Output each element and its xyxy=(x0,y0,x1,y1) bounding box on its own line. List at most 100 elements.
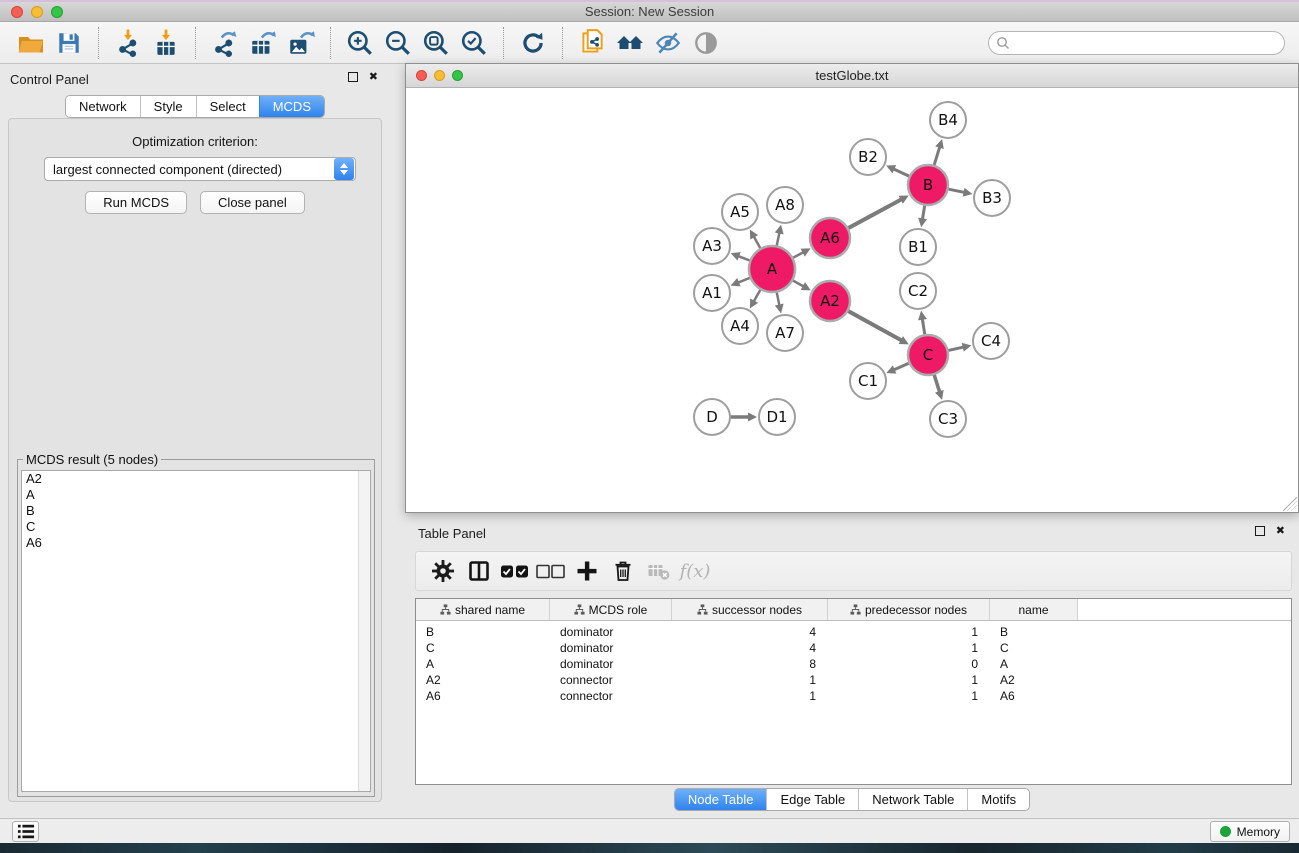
mcds-result-list[interactable]: A2ABCA6 xyxy=(21,470,371,792)
task-history-button[interactable] xyxy=(12,821,39,842)
table-settings-button[interactable] xyxy=(426,556,460,586)
result-item[interactable]: A xyxy=(22,487,370,503)
delete-table-button[interactable] xyxy=(642,556,676,586)
table-row[interactable]: A2connector11A2 xyxy=(416,672,1291,688)
show-visibility-button[interactable] xyxy=(690,27,722,59)
import-network-button[interactable] xyxy=(112,27,144,59)
search-field[interactable] xyxy=(988,31,1285,55)
result-item[interactable]: A6 xyxy=(22,535,370,551)
close-panel-button-mcds[interactable]: Close panel xyxy=(200,191,305,214)
network-graph[interactable]: B4 B2 B B3 A8A5 A6 B1 A3 A C2 A1 A2 A4A7 C4 C C1 C3 D D1 xyxy=(406,88,1298,512)
graph-node-A3[interactable]: A3 xyxy=(694,228,730,264)
edge-B-B4[interactable] xyxy=(933,147,939,168)
graph-node-A2[interactable]: A2 xyxy=(810,281,850,321)
graph-node-A4[interactable]: A4 xyxy=(722,308,758,344)
graph-node-D[interactable]: D xyxy=(694,399,730,435)
graph-node-B3[interactable]: B3 xyxy=(974,180,1010,216)
node-table[interactable]: shared nameMCDS rolesuccessor nodesprede… xyxy=(415,598,1292,785)
clone-network-button[interactable] xyxy=(576,27,608,59)
float-table-panel-button[interactable] xyxy=(1255,526,1265,536)
edge-A2-C[interactable] xyxy=(846,310,902,341)
network-window-titlebar[interactable]: testGlobe.txt xyxy=(406,64,1298,88)
table-cell: 1 xyxy=(828,689,990,703)
edge-A6-B[interactable] xyxy=(846,199,902,229)
graph-node-A8[interactable]: A8 xyxy=(767,187,803,223)
hide-visibility-button[interactable] xyxy=(652,27,684,59)
tab-style[interactable]: Style xyxy=(140,96,196,117)
graph-node-C1[interactable]: C1 xyxy=(850,363,886,399)
graph-node-A[interactable]: A xyxy=(749,246,795,292)
control-panel: Control Panel ✖ NetworkStyleSelectMCDS O… xyxy=(0,64,390,818)
plus-icon xyxy=(575,559,599,583)
column-header-shared-name[interactable]: shared name xyxy=(416,599,550,620)
table-cell: C xyxy=(990,641,1078,655)
tab-motifs[interactable]: Motifs xyxy=(967,789,1029,810)
home-button[interactable] xyxy=(614,27,646,59)
graph-node-D1[interactable]: D1 xyxy=(759,399,795,435)
zoom-in-button[interactable] xyxy=(344,27,376,59)
graph-node-A6[interactable]: A6 xyxy=(810,218,850,258)
deselect-all-button[interactable] xyxy=(534,556,568,586)
graph-node-B2[interactable]: B2 xyxy=(850,139,886,175)
graph-node-C[interactable]: C xyxy=(908,335,948,375)
select-all-button[interactable] xyxy=(498,556,532,586)
tab-network-table[interactable]: Network Table xyxy=(858,789,967,810)
graph-node-A7[interactable]: A7 xyxy=(767,315,803,351)
export-table-button[interactable] xyxy=(247,27,279,59)
table-cell: A2 xyxy=(416,673,550,687)
control-panel-title: Control Panel xyxy=(10,72,89,87)
tab-edge-table[interactable]: Edge Table xyxy=(766,789,858,810)
node-label: B2 xyxy=(858,148,878,166)
graph-node-B[interactable]: B xyxy=(908,165,948,205)
table-cell: 1 xyxy=(828,641,990,655)
export-network-button[interactable] xyxy=(209,27,241,59)
tab-node-table[interactable]: Node Table xyxy=(675,789,767,810)
column-header-successor-nodes[interactable]: successor nodes xyxy=(672,599,828,620)
graph-node-A5[interactable]: A5 xyxy=(722,194,758,230)
close-panel-button[interactable]: ✖ xyxy=(369,72,378,83)
import-table-button[interactable] xyxy=(150,27,182,59)
graph-node-B4[interactable]: B4 xyxy=(930,102,966,138)
export-image-button[interactable] xyxy=(285,27,317,59)
save-session-button[interactable] xyxy=(53,27,85,59)
table-row[interactable]: A6connector11A6 xyxy=(416,688,1291,704)
close-table-panel-button[interactable]: ✖ xyxy=(1276,526,1285,537)
memory-button[interactable]: Memory xyxy=(1210,821,1290,842)
mcds-panel: Optimization criterion: largest connecte… xyxy=(8,118,382,802)
zoom-fit-button[interactable] xyxy=(420,27,452,59)
tab-network[interactable]: Network xyxy=(66,96,140,117)
export-table-icon xyxy=(249,29,277,57)
table-row[interactable]: Bdominator41B xyxy=(416,624,1291,640)
open-file-button[interactable] xyxy=(15,27,47,59)
zoom-out-button[interactable] xyxy=(382,27,414,59)
graph-node-A1[interactable]: A1 xyxy=(694,275,730,311)
function-builder-button[interactable]: f(x) xyxy=(678,556,712,586)
table-row[interactable]: Cdominator41C xyxy=(416,640,1291,656)
graph-node-C3[interactable]: C3 xyxy=(930,401,966,437)
column-header-name[interactable]: name xyxy=(990,599,1078,620)
resize-grip[interactable] xyxy=(1283,497,1297,511)
float-panel-button[interactable] xyxy=(348,72,358,82)
optimization-criterion-dropdown[interactable]: largest connected component (directed) xyxy=(44,157,356,181)
search-input[interactable] xyxy=(1014,36,1284,50)
delete-column-button[interactable] xyxy=(606,556,640,586)
graph-node-C4[interactable]: C4 xyxy=(973,323,1009,359)
tab-select[interactable]: Select xyxy=(196,96,259,117)
table-row[interactable]: Adominator80A xyxy=(416,656,1291,672)
result-item[interactable]: A2 xyxy=(22,471,370,487)
column-header-predecessor-nodes[interactable]: predecessor nodes xyxy=(828,599,990,620)
node-label: A6 xyxy=(820,229,840,247)
show-columns-button[interactable] xyxy=(462,556,496,586)
graph-node-C2[interactable]: C2 xyxy=(900,273,936,309)
column-header-MCDS-role[interactable]: MCDS role xyxy=(550,599,672,620)
tab-mcds[interactable]: MCDS xyxy=(259,96,324,117)
result-item[interactable]: C xyxy=(22,519,370,535)
add-column-button[interactable] xyxy=(570,556,604,586)
network-canvas[interactable]: B4 B2 B B3 A8A5 A6 B1 A3 A C2 A1 A2 A4A7 C4 C C1 C3 D D1 xyxy=(406,88,1298,512)
result-item[interactable]: B xyxy=(22,503,370,519)
zoom-selected-button[interactable] xyxy=(458,27,490,59)
graph-node-B1[interactable]: B1 xyxy=(900,229,936,265)
refresh-button[interactable] xyxy=(517,27,549,59)
run-mcds-button[interactable]: Run MCDS xyxy=(85,191,187,214)
result-list-scrollbar[interactable] xyxy=(358,471,370,791)
